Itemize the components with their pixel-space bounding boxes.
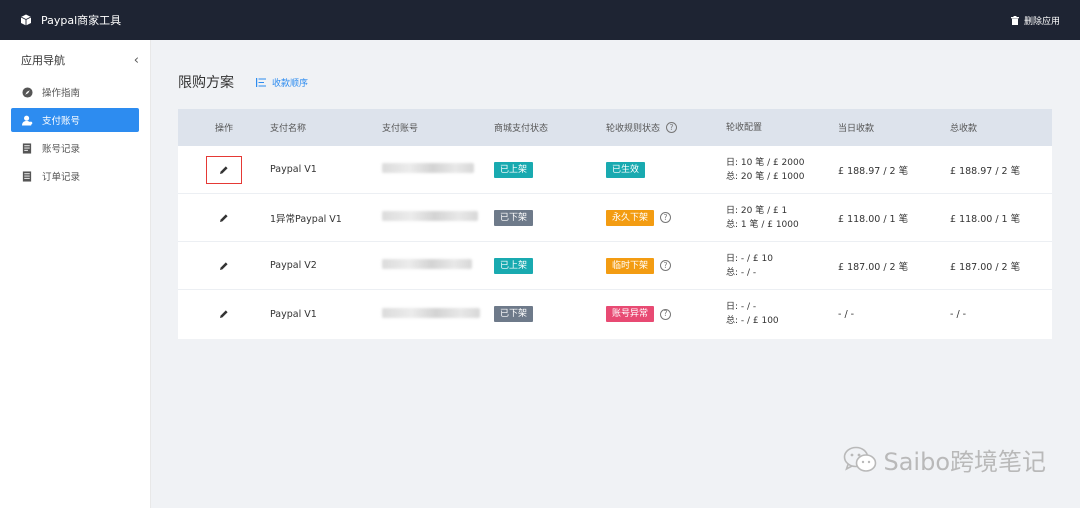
payment-name: Paypal V2 [270, 260, 317, 271]
column-header-total-receipts: 总收款 [950, 124, 978, 134]
sort-list-icon [256, 77, 266, 87]
watermark-text: Saibo跨境笔记 [883, 448, 1046, 476]
config-total: 总: - / £ 100 [726, 316, 779, 326]
today-receipts: £ 118.00 / 1 笔 [838, 213, 909, 225]
pencil-icon [220, 165, 228, 174]
blurred-account [382, 259, 472, 269]
blurred-account [382, 163, 474, 173]
help-icon[interactable]: ? [660, 308, 672, 320]
collapse-sidebar-icon[interactable]: ‹ [134, 53, 139, 68]
watermark: Saibo跨境笔记 [843, 442, 1046, 477]
blurred-account [382, 211, 478, 221]
payment-name: Paypal V1 [270, 164, 317, 175]
table-row: Paypal V1 已下架 账号异常 ? 日: - / - 总: - / £ 1… [178, 290, 1052, 338]
total-receipts: £ 187.00 / 2 笔 [950, 261, 1021, 273]
column-header-rule-status: 轮收规则状态 ? [606, 121, 726, 134]
total-receipts: £ 118.00 / 1 笔 [950, 213, 1021, 225]
edit-button[interactable] [206, 300, 242, 328]
cube-logo-icon [20, 14, 32, 26]
trash-icon [1010, 15, 1019, 25]
order-list-icon [21, 170, 33, 182]
sidebar-item-label: 支付账号 [42, 116, 81, 127]
sidebar-item-payment-accounts[interactable]: 支付账号 [11, 108, 139, 132]
status-badge: 已下架 [494, 306, 534, 322]
pencil-icon [220, 310, 228, 318]
sidebar-item-label: 账号记录 [42, 144, 81, 155]
nav-header: 应用导航 ‹ [0, 40, 150, 80]
config-total: 总: 1 笔 / £ 1000 [726, 219, 799, 230]
status-badge: 账号异常 [606, 306, 655, 322]
app-title: Paypal商家工具 [41, 14, 122, 27]
rotation-config: 日: 20 笔 / £ 1 总: 1 笔 / £ 1000 [726, 204, 838, 232]
edit-button[interactable] [206, 252, 242, 280]
user-icon [21, 114, 33, 126]
payment-name: 1异常Paypal V1 [270, 213, 342, 225]
status-badge: 已上架 [494, 257, 534, 274]
column-header-payment-account: 支付账号 [382, 124, 419, 134]
pencil-icon [220, 213, 228, 222]
sidebar-item-account-records[interactable]: 账号记录 [11, 136, 139, 160]
uninstall-label: 删除应用 [1023, 16, 1060, 27]
today-receipts: £ 187.00 / 2 笔 [838, 261, 909, 273]
total-receipts: £ 188.97 / 2 笔 [950, 165, 1021, 177]
table-header: 操作 支付名称 支付账号 商城支付状态 轮收规则状态 ? 轮收配置 当日收款 总… [178, 109, 1052, 146]
sidebar-item-guide[interactable]: 操作指南 [11, 80, 139, 104]
status-badge: 永久下架 [606, 209, 655, 226]
help-icon[interactable]: ? [666, 122, 678, 133]
column-header-payment-name: 支付名称 [270, 124, 307, 134]
help-icon[interactable]: ? [660, 260, 672, 271]
column-header-shop-status: 商城支付状态 [494, 124, 549, 134]
nav-header-title: 应用导航 [21, 54, 65, 67]
rotation-config: 日: - / - 总: - / £ 100 [726, 300, 838, 328]
ledger-icon [21, 142, 33, 154]
status-badge: 已下架 [494, 209, 534, 226]
page-header: 限购方案 收款顺序 [178, 72, 308, 92]
status-badge: 已生效 [606, 161, 646, 178]
sidebar-item-order-records[interactable]: 订单记录 [11, 164, 139, 188]
uninstall-app-button[interactable]: 删除应用 [1010, 0, 1060, 40]
table-row: Paypal V1 已上架 已生效 日: 10 笔 / £ 2000 总: 20… [178, 146, 1052, 194]
sort-order-label: 收款顺序 [272, 78, 309, 89]
sidebar-item-label: 操作指南 [42, 88, 81, 99]
total-receipts: - / - [950, 308, 967, 320]
edit-button[interactable] [206, 204, 242, 232]
column-header-today-receipts: 当日收款 [838, 124, 875, 134]
rotation-config: 日: 10 笔 / £ 2000 总: 20 笔 / £ 1000 [726, 156, 838, 184]
main-content: 限购方案 收款顺序 操作 支付名称 支付账号 商城支付状态 轮收规则状态 ? 轮… [151, 40, 1080, 508]
pencil-icon [220, 261, 228, 270]
today-receipts: - / - [838, 308, 855, 320]
table-row: 1异常Paypal V1 已下架 永久下架 ? 日: 20 笔 / £ 1 总:… [178, 194, 1052, 242]
payment-name: Paypal V1 [270, 308, 317, 320]
status-badge: 临时下架 [606, 257, 655, 274]
config-total: 总: 20 笔 / £ 1000 [726, 171, 805, 182]
today-receipts: £ 188.97 / 2 笔 [838, 165, 909, 177]
sidebar-item-label: 订单记录 [42, 172, 81, 183]
help-icon[interactable]: ? [660, 212, 672, 223]
config-daily: 日: 10 笔 / £ 2000 [726, 157, 805, 168]
column-header-rule-status-label: 轮收规则状态 [606, 124, 661, 134]
status-badge: 已上架 [494, 161, 534, 178]
payment-table: 操作 支付名称 支付账号 商城支付状态 轮收规则状态 ? 轮收配置 当日收款 总… [178, 109, 1052, 339]
top-bar: Paypal商家工具 删除应用 [0, 0, 1080, 40]
compass-icon [21, 86, 33, 98]
column-header-rotation-config: 轮收配置 [726, 122, 763, 133]
page-title: 限购方案 [178, 75, 234, 91]
config-daily: 日: - / £ 10 [726, 253, 773, 264]
rotation-config: 日: - / £ 10 总: - / - [726, 252, 838, 280]
edit-button[interactable] [206, 155, 242, 184]
config-total: 总: - / - [726, 267, 757, 278]
sidebar: 应用导航 ‹ 操作指南 支付账号 账号记录 订单记录 [0, 40, 151, 508]
column-header-action: 操作 [214, 124, 233, 134]
blurred-account [382, 307, 480, 318]
table-row: Paypal V2 已上架 临时下架 ? 日: - / £ 10 总: - / … [178, 242, 1052, 290]
sort-order-link[interactable]: 收款顺序 [256, 76, 308, 89]
wechat-icon [843, 446, 877, 474]
config-daily: 日: 20 笔 / £ 1 [726, 205, 788, 216]
config-daily: 日: - / - [726, 302, 757, 312]
